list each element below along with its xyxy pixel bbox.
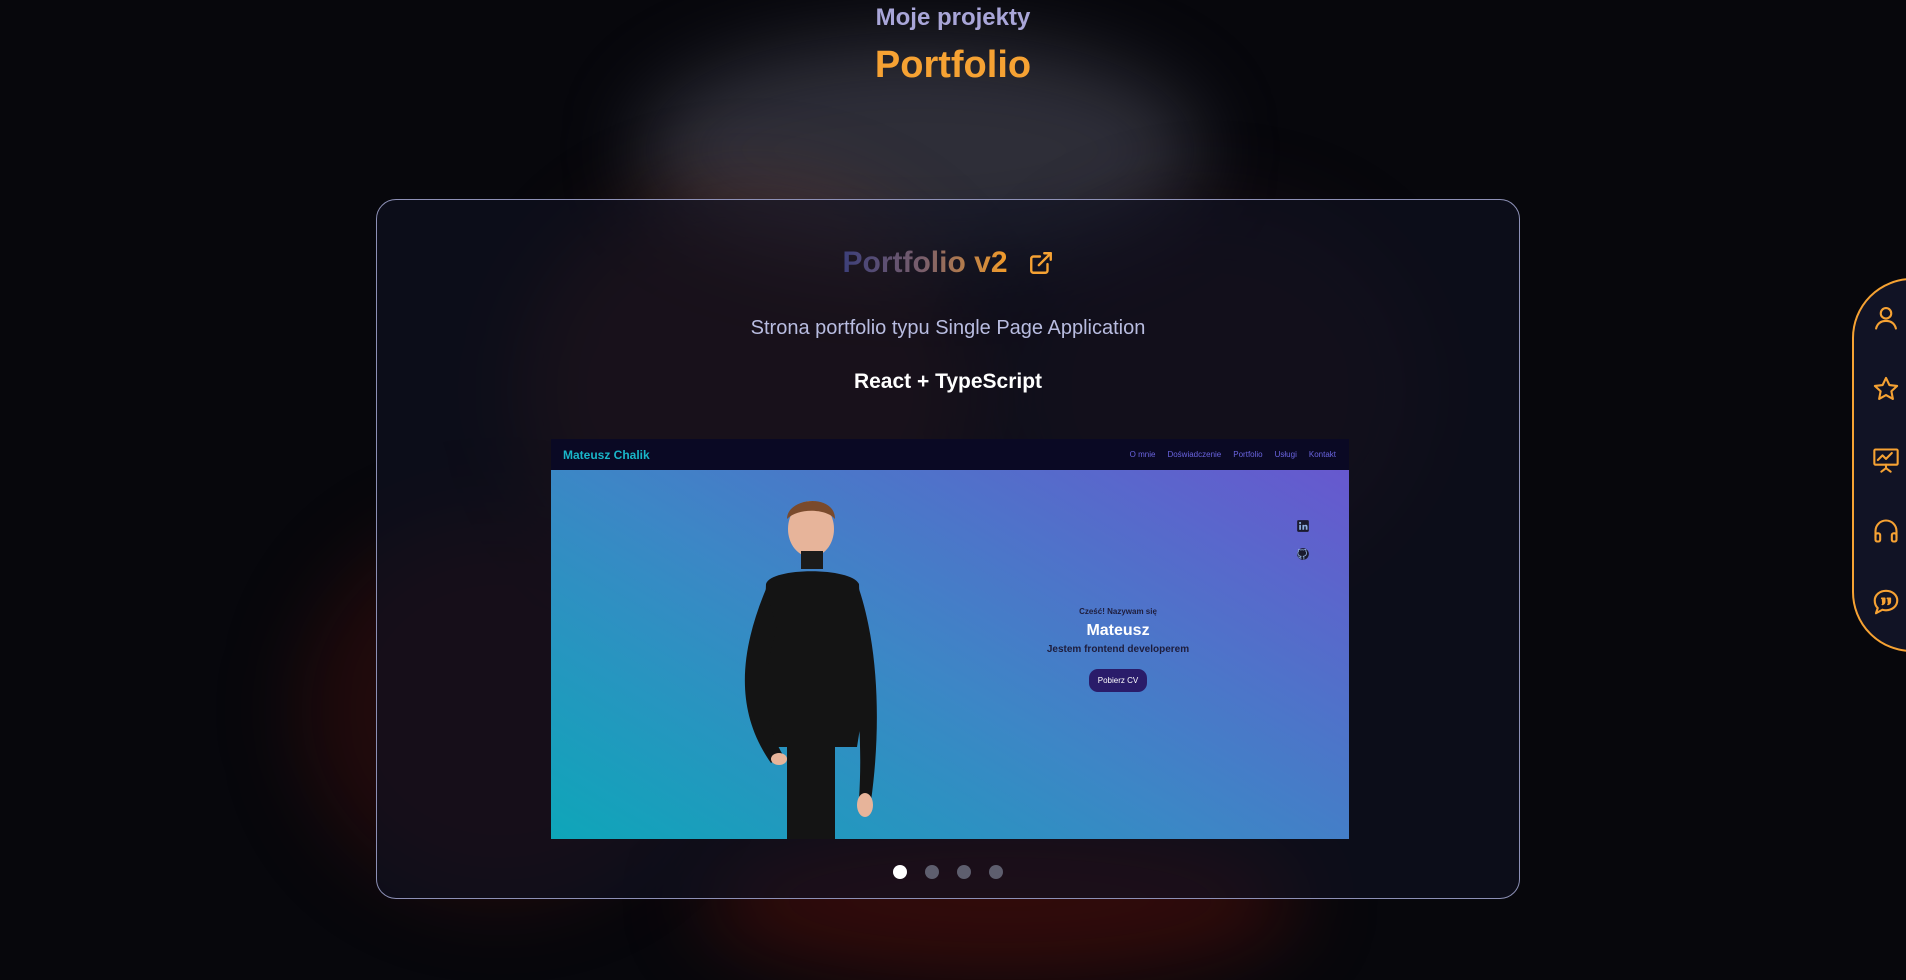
- project-title: Portfolio v2: [842, 246, 1008, 279]
- star-icon[interactable]: [1871, 374, 1901, 404]
- preview-menu-item: Portfolio: [1233, 450, 1263, 459]
- section-subtitle: Moje projekty: [875, 4, 1031, 31]
- carousel-dot[interactable]: [989, 865, 1003, 879]
- preview-hero: Cześć! Nazywam się Mateusz Jestem fronte…: [1021, 607, 1215, 692]
- github-icon: [1297, 548, 1309, 560]
- project-card: Portfolio v2 Strona portfolio typu Singl…: [376, 199, 1520, 899]
- person-photo: [744, 500, 877, 839]
- carousel-dot[interactable]: [957, 865, 971, 879]
- preview-menu-item: Doświadczenie: [1167, 450, 1222, 459]
- project-description: Strona portfolio typu Single Page Applic…: [750, 317, 1146, 339]
- preview-menu-item: Kontakt: [1308, 450, 1336, 459]
- carousel-dot[interactable]: [893, 865, 907, 879]
- preview-name: Mateusz: [1086, 622, 1150, 639]
- carousel-dots: [377, 865, 1519, 879]
- preview-cv-button: Pobierz CV: [1088, 669, 1148, 692]
- external-link-icon[interactable]: [1028, 250, 1054, 276]
- preview-navbar: Mateusz Chalik O mnie Doświadczenie Port…: [551, 439, 1349, 470]
- project-preview-image: Mateusz Chalik O mnie Doświadczenie Port…: [551, 439, 1349, 839]
- project-tech-stack: React + TypeScript: [853, 370, 1043, 393]
- presentation-chart-icon[interactable]: [1871, 445, 1901, 475]
- headphones-icon[interactable]: [1871, 516, 1901, 546]
- linkedin-icon: [1297, 520, 1309, 532]
- preview-greeting: Cześć! Nazywam się: [1079, 607, 1157, 616]
- carousel-dot[interactable]: [925, 865, 939, 879]
- side-navigation: [1852, 278, 1906, 652]
- chat-quote-icon[interactable]: [1871, 587, 1901, 617]
- preview-menu-item: O mnie: [1129, 450, 1156, 459]
- preview-brand: Mateusz Chalik: [563, 447, 650, 462]
- section-title: Portfolio: [874, 44, 1032, 86]
- user-icon[interactable]: [1871, 303, 1901, 333]
- preview-menu-item: Usługi: [1274, 450, 1297, 459]
- preview-menu: O mnie Doświadczenie Portfolio Usługi Ko…: [1130, 450, 1336, 459]
- preview-role: Jestem frontend developerem: [1046, 644, 1190, 655]
- project-title-row: Portfolio v2: [377, 246, 1519, 280]
